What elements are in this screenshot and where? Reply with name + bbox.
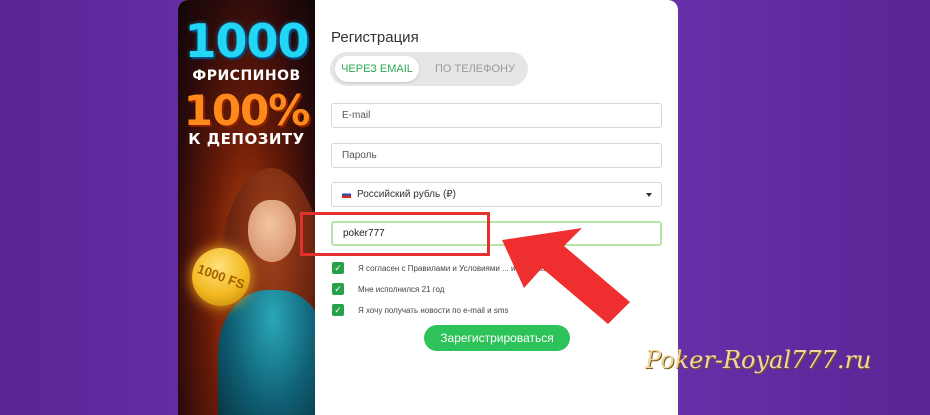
email-field[interactable]: E-mail	[331, 103, 662, 128]
currency-value: Российский рубль (₽)	[357, 189, 456, 200]
terms-checkbox[interactable]: ✓	[332, 262, 344, 274]
form-title: Регистрация	[331, 29, 419, 46]
tab-phone[interactable]: ПО ТЕЛЕФОНУ	[425, 56, 525, 82]
newsletter-checkbox[interactable]: ✓	[332, 304, 344, 316]
currency-select[interactable]: Российский рубль (₽)	[331, 182, 662, 207]
banner-bonus-label: К ДЕПОЗИТУ	[188, 130, 305, 148]
registration-modal: 1000 FS 1000 ФРИСПИНОВ 100% К ДЕПОЗИТУ Р…	[178, 0, 678, 415]
promo-banner: 1000 FS 1000 ФРИСПИНОВ 100% К ДЕПОЗИТУ	[178, 0, 315, 415]
pointer-arrow-icon	[502, 228, 630, 324]
registration-tabs: ЧЕРЕЗ EMAIL ПО ТЕЛЕФОНУ	[330, 52, 528, 86]
tab-email[interactable]: ЧЕРЕЗ EMAIL	[335, 56, 419, 82]
chevron-down-icon	[646, 193, 652, 197]
banner-freespins-count: 1000	[184, 14, 309, 68]
password-field[interactable]: Пароль	[331, 143, 662, 168]
watermark: Poker-Royal777.ru	[645, 346, 872, 374]
banner-freespins-label: ФРИСПИНОВ	[192, 68, 301, 84]
banner-bonus-percent: 100%	[183, 86, 311, 135]
banner-character-dress	[218, 290, 315, 415]
age-checkbox[interactable]: ✓	[332, 283, 344, 295]
banner-character-face	[248, 200, 296, 262]
russia-flag-icon	[342, 190, 351, 198]
newsletter-checkbox-label: Я хочу получать новости по e-mail и sms	[358, 306, 509, 315]
age-checkbox-label: Мне исполнился 21 год	[358, 285, 445, 294]
promo-highlight-box	[300, 212, 490, 256]
